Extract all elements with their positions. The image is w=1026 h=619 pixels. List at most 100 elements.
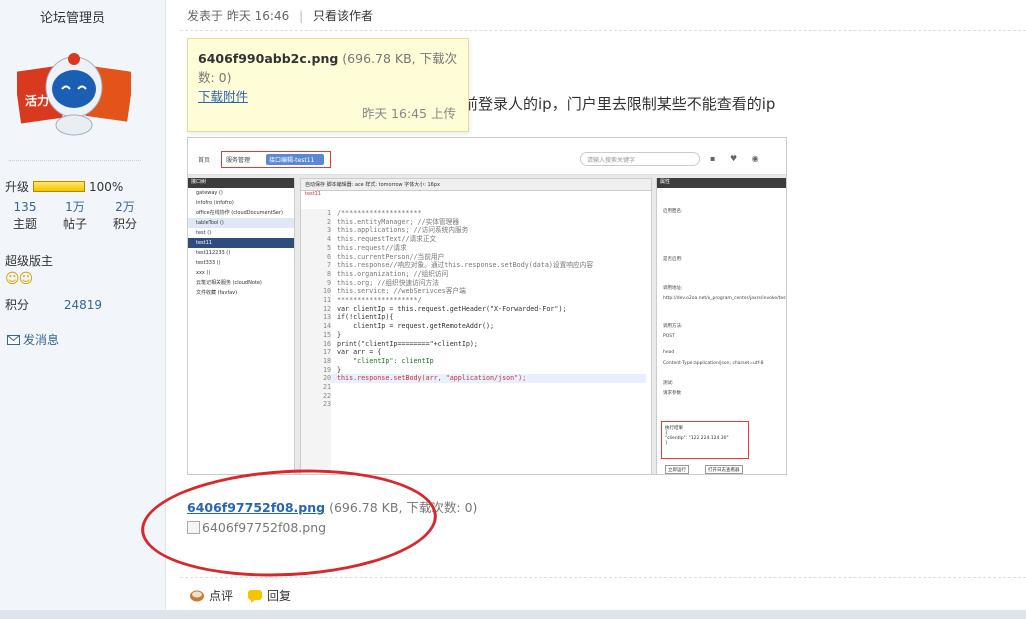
embedded-property-label: head bbox=[663, 350, 675, 355]
code-line: var arr = { bbox=[337, 348, 382, 357]
embedded-properties-panel: 属性 启用匿名: 是否启用: 调用地址: http://dev.o2oa.net/x_… bbox=[656, 178, 787, 474]
embedded-property-label: POST bbox=[663, 334, 675, 339]
embedded-search: 请输入搜索关键字 bbox=[580, 152, 700, 166]
stat-label: 主题 bbox=[12, 217, 37, 231]
stat-value[interactable]: 1万 bbox=[50, 199, 100, 216]
stat-label: 帖子 bbox=[62, 217, 87, 231]
upgrade-label: 升级 bbox=[5, 180, 30, 194]
code-line: /******************** bbox=[337, 209, 422, 217]
post-time: 昨天 16:46 bbox=[226, 9, 290, 23]
stat-topics[interactable]: 135 主题 bbox=[0, 199, 50, 233]
stat-posts[interactable]: 1万 帖子 bbox=[50, 199, 100, 233]
comment-button[interactable]: 点评 bbox=[189, 587, 233, 604]
embedded-property-label: http://dev.o2oa.net/x_program_center/jax… bbox=[663, 296, 787, 301]
line-number: 10 bbox=[322, 287, 331, 296]
post-meta-prefix: 发表于 bbox=[187, 9, 224, 23]
embedded-property-label: 调用方法: bbox=[663, 324, 683, 329]
embedded-properties-header: 属性 bbox=[657, 178, 786, 188]
send-message-label[interactable]: 发消息 bbox=[23, 331, 59, 348]
download-attachment-link[interactable]: 下载附件 bbox=[198, 89, 248, 104]
code-line: print("clientIp========"+clientIp); bbox=[337, 339, 478, 348]
code-line: this.requestText//请求正文 bbox=[337, 235, 437, 244]
tooltip-filename: 6406f990abb2c.png bbox=[198, 51, 339, 66]
line-number: 17 bbox=[322, 348, 331, 357]
avatar[interactable]: 活力 bbox=[13, 43, 135, 139]
forum-post-page: 论坛管理员 活力 升级 100% 135 主题 1万 帖子 2万 积分 超级版主… bbox=[0, 0, 1026, 619]
line-number: 19 bbox=[322, 365, 331, 374]
line-number: 3 bbox=[326, 226, 331, 235]
line-number: 16 bbox=[322, 339, 331, 348]
embedded-run-button: 立即运行 bbox=[665, 465, 689, 474]
code-line: var clientIp = this.request.getHeader("X… bbox=[337, 304, 567, 313]
line-number: 15 bbox=[322, 330, 331, 339]
embedded-editor: 自动保存 脚本编辑器: ace 样式: tomorrow 字体大小: 16px … bbox=[300, 178, 652, 474]
embedded-property-label: 请求参数 bbox=[663, 391, 681, 396]
embedded-result-box: 执行结果 { "clientIp": "122.224.124.30" } bbox=[661, 421, 749, 459]
code-line: this.service; //webSerivces客户端 bbox=[337, 287, 466, 296]
embedded-tree-item: tableTool () bbox=[188, 218, 294, 228]
embedded-editor-toolbar: 自动保存 脚本编辑器: ace 样式: tomorrow 字体大小: 16px bbox=[301, 179, 651, 191]
embedded-property-label: 调用地址: bbox=[663, 286, 683, 291]
embedded-tree-item: 文件收藏 (favfav) bbox=[196, 290, 238, 296]
stat-value[interactable]: 135 bbox=[0, 199, 50, 216]
stat-value[interactable]: 2万 bbox=[100, 199, 150, 216]
meta-divider bbox=[180, 30, 1026, 31]
embedded-tree-list: gateway () infofro (infofro) office在线协作 (c… bbox=[188, 188, 294, 298]
embedded-property-label: 启用匿名: bbox=[663, 209, 683, 214]
code-line: this.currentPerson//当前用户 bbox=[337, 252, 445, 261]
svg-text:活力: 活力 bbox=[25, 93, 49, 108]
code-lines: /******************** this.entityManager;… bbox=[337, 209, 593, 383]
embedded-code-area: 1 2 3 4 5 6 7 8 9 10 11 12 13 14 15 16 17 18 19 20 21 22 23 /*… bbox=[301, 209, 646, 469]
bottom-bar bbox=[0, 610, 1026, 619]
code-line: this.response.setBody(arr, "application/… bbox=[337, 374, 527, 383]
footer-divider bbox=[180, 577, 1026, 578]
send-message-link[interactable]: 发消息 bbox=[7, 331, 59, 348]
points-row: 积分 24819 bbox=[5, 296, 102, 313]
user-profile-column: 论坛管理员 活力 升级 100% 135 主题 1万 帖子 2万 积分 超级版主… bbox=[0, 0, 166, 610]
code-line: } bbox=[337, 330, 342, 339]
line-number: 8 bbox=[326, 269, 331, 278]
embedded-tree-item: gateway () bbox=[196, 190, 223, 196]
reply-label[interactable]: 回复 bbox=[267, 587, 291, 604]
points-label: 积分 bbox=[5, 298, 30, 312]
line-number: 7 bbox=[326, 261, 331, 270]
embedded-property-label: 是否启用: bbox=[663, 257, 683, 262]
embedded-screenshot[interactable]: 首页 服务管理 接口编辑-test11 请输入搜索关键字 ▪ ♥ ◉ 接口树 g… bbox=[187, 137, 787, 475]
code-line: "clientIp": clientIp bbox=[337, 356, 434, 365]
post-actions: 点评 回复 bbox=[189, 587, 291, 604]
code-line: ********************/ bbox=[337, 296, 422, 305]
code-line: this.response//响应对象。通过this.response.setB… bbox=[337, 261, 594, 270]
post-body-text: 前登录人的ip，门户里去限制某些不能查看的ip bbox=[463, 95, 776, 113]
red-circle-annotation bbox=[138, 462, 440, 584]
only-author-link[interactable]: 只看该作者 bbox=[313, 9, 373, 23]
meta-separator: | bbox=[299, 9, 304, 23]
line-number: 23 bbox=[322, 400, 331, 409]
divider bbox=[9, 160, 141, 161]
comment-label[interactable]: 点评 bbox=[209, 587, 233, 604]
line-number: 4 bbox=[326, 235, 331, 244]
line-number: 22 bbox=[322, 391, 331, 400]
embedded-tree-panel: 接口树 gateway () infofro (infofro) office在线协… bbox=[188, 178, 295, 474]
line-number: 21 bbox=[322, 383, 331, 392]
embedded-tree-item: test () bbox=[196, 230, 212, 236]
reply-button[interactable]: 回复 bbox=[247, 587, 291, 604]
code-line: this.request//请求 bbox=[337, 243, 407, 252]
stat-credits[interactable]: 2万 积分 bbox=[100, 199, 150, 233]
attachment-tooltip: 6406f990abb2c.png (696.78 KB, 下载次数: 0) 下… bbox=[187, 38, 469, 132]
embedded-tree-item: office在线协作 (cloudDocumentSer) bbox=[196, 210, 283, 216]
envelope-icon bbox=[7, 334, 20, 345]
embedded-editor-tab: test11 bbox=[305, 191, 321, 197]
code-line: clientIp = request.getRemoteAddr(); bbox=[337, 322, 495, 331]
embedded-tree-header: 接口树 bbox=[188, 178, 294, 188]
embedded-toolbar-icons: ▪ ♥ ◉ bbox=[710, 154, 765, 163]
embedded-property-label: Content-Type:application/json; charset=u… bbox=[663, 361, 764, 366]
line-number: 1 bbox=[326, 209, 331, 217]
code-line: } bbox=[337, 365, 342, 374]
embedded-tab: 服务管理 bbox=[226, 157, 251, 164]
embedded-home: 首页 bbox=[198, 157, 211, 164]
medal-icons: ☺☺ bbox=[5, 271, 33, 287]
post-meta: 发表于 昨天 16:46 | 只看该作者 bbox=[187, 7, 373, 24]
username[interactable]: 论坛管理员 bbox=[40, 7, 105, 26]
line-number: 13 bbox=[322, 313, 331, 322]
embedded-tree-item: xxx () bbox=[196, 270, 211, 276]
